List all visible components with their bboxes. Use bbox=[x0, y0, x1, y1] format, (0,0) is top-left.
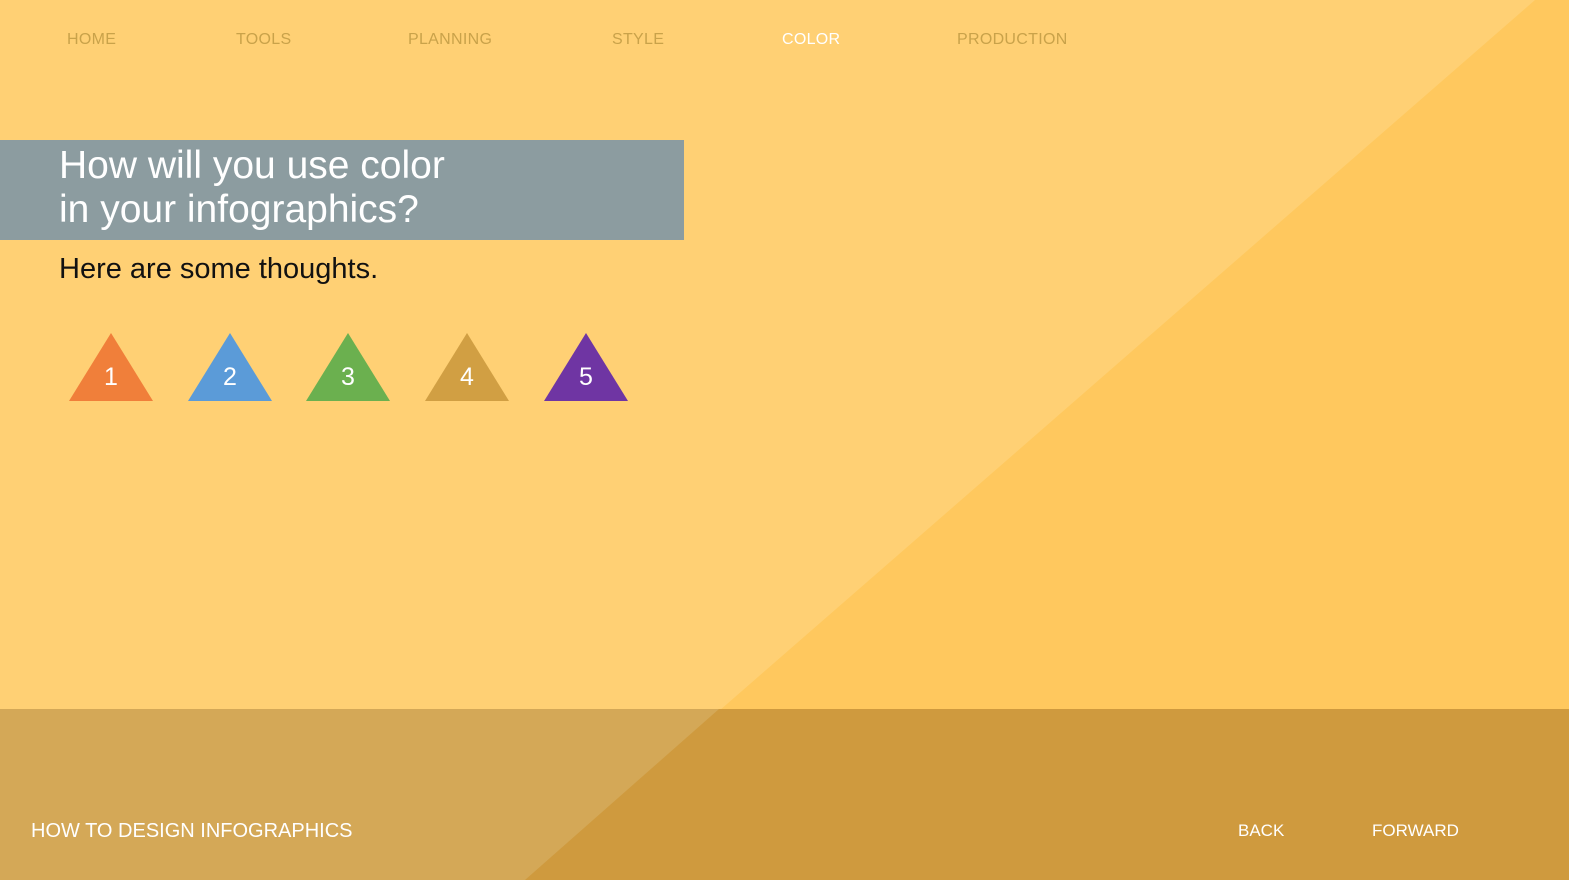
page-title-line-2: in your infographics? bbox=[59, 188, 419, 231]
triangle-5-label: 5 bbox=[579, 363, 593, 391]
back-button[interactable]: BACK bbox=[1238, 821, 1284, 841]
triangle-button-2[interactable]: 2 bbox=[188, 333, 272, 401]
triangle-button-4[interactable]: 4 bbox=[425, 333, 509, 401]
background bbox=[0, 0, 1569, 880]
nav-home[interactable]: HOME bbox=[67, 31, 116, 49]
page-subtitle: Here are some thoughts. bbox=[59, 253, 379, 285]
triangle-button-3[interactable]: 3 bbox=[306, 333, 390, 401]
nav-planning[interactable]: PLANNING bbox=[408, 31, 492, 49]
nav-production[interactable]: PRODUCTION bbox=[957, 31, 1068, 49]
nav-style[interactable]: STYLE bbox=[612, 31, 664, 49]
nav-tools[interactable]: TOOLS bbox=[236, 31, 291, 49]
triangle-4-label: 4 bbox=[460, 363, 474, 391]
triangle-2-label: 2 bbox=[223, 363, 237, 391]
footer-title: HOW TO DESIGN INFOGRAPHICS bbox=[31, 820, 353, 842]
triangle-button-5[interactable]: 5 bbox=[544, 333, 628, 401]
triangle-1-label: 1 bbox=[104, 363, 118, 391]
page-title: How will you use color in your infograph… bbox=[59, 144, 659, 232]
triangle-3-label: 3 bbox=[341, 363, 355, 391]
triangle-button-1[interactable]: 1 bbox=[69, 333, 153, 401]
nav-color[interactable]: COLOR bbox=[782, 31, 840, 49]
page-title-line-1: How will you use color bbox=[59, 144, 445, 187]
top-nav: HOME TOOLS PLANNING STYLE COLOR PRODUCTI… bbox=[0, 31, 1569, 51]
forward-button[interactable]: FORWARD bbox=[1372, 821, 1459, 841]
